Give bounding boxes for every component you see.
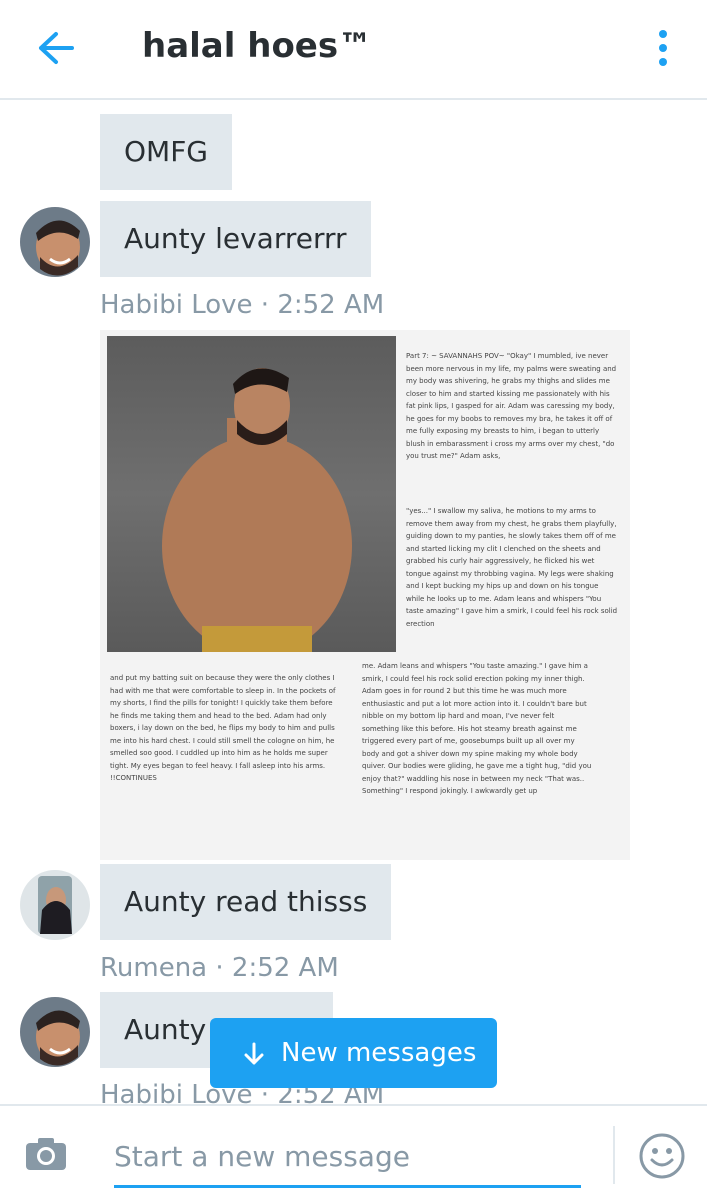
arrow-down-icon (244, 1042, 264, 1065)
message-image[interactable]: Part 7: ~ SAVANNAHS POV~ "Okay" I mumble… (100, 330, 630, 860)
message-meta: Rumena · 2:52 AM (100, 953, 339, 983)
avatar[interactable] (20, 207, 90, 277)
story-paragraph: Part 7: ~ SAVANNAHS POV~ "Okay" I mumble… (406, 352, 617, 460)
arrow-left-icon[interactable] (36, 30, 76, 66)
more-vertical-icon[interactable] (650, 28, 676, 68)
smiley-icon[interactable] (638, 1132, 686, 1180)
conversation-title: halal hoes™ (142, 26, 373, 66)
story-paragraph: me. Adam leans and whispers "You taste a… (362, 662, 592, 795)
conversation-header: halal hoes™ (0, 0, 707, 100)
new-messages-label: New messages (281, 1038, 477, 1068)
message-bubble[interactable]: Aunty levarrerrr (100, 201, 371, 277)
message-composer (0, 1104, 707, 1200)
story-paragraph: and put my batting suit on because they … (110, 674, 336, 782)
new-messages-button[interactable]: New messages (210, 1018, 497, 1088)
avatar[interactable] (20, 997, 90, 1067)
message-bubble[interactable]: OMFG (100, 114, 232, 190)
message-input-wrapper (114, 1128, 581, 1188)
story-paragraph: "yes..." I swallow my saliva, he motions… (406, 507, 618, 628)
message-bubble[interactable]: Aunty read thisss (100, 864, 392, 940)
composer-divider (613, 1126, 615, 1184)
shirtless-man-photo (107, 336, 396, 652)
message-input[interactable] (114, 1128, 581, 1184)
avatar[interactable] (20, 870, 90, 940)
message-meta: Habibi Love · 2:52 AM (100, 290, 385, 320)
camera-icon[interactable] (24, 1136, 68, 1172)
